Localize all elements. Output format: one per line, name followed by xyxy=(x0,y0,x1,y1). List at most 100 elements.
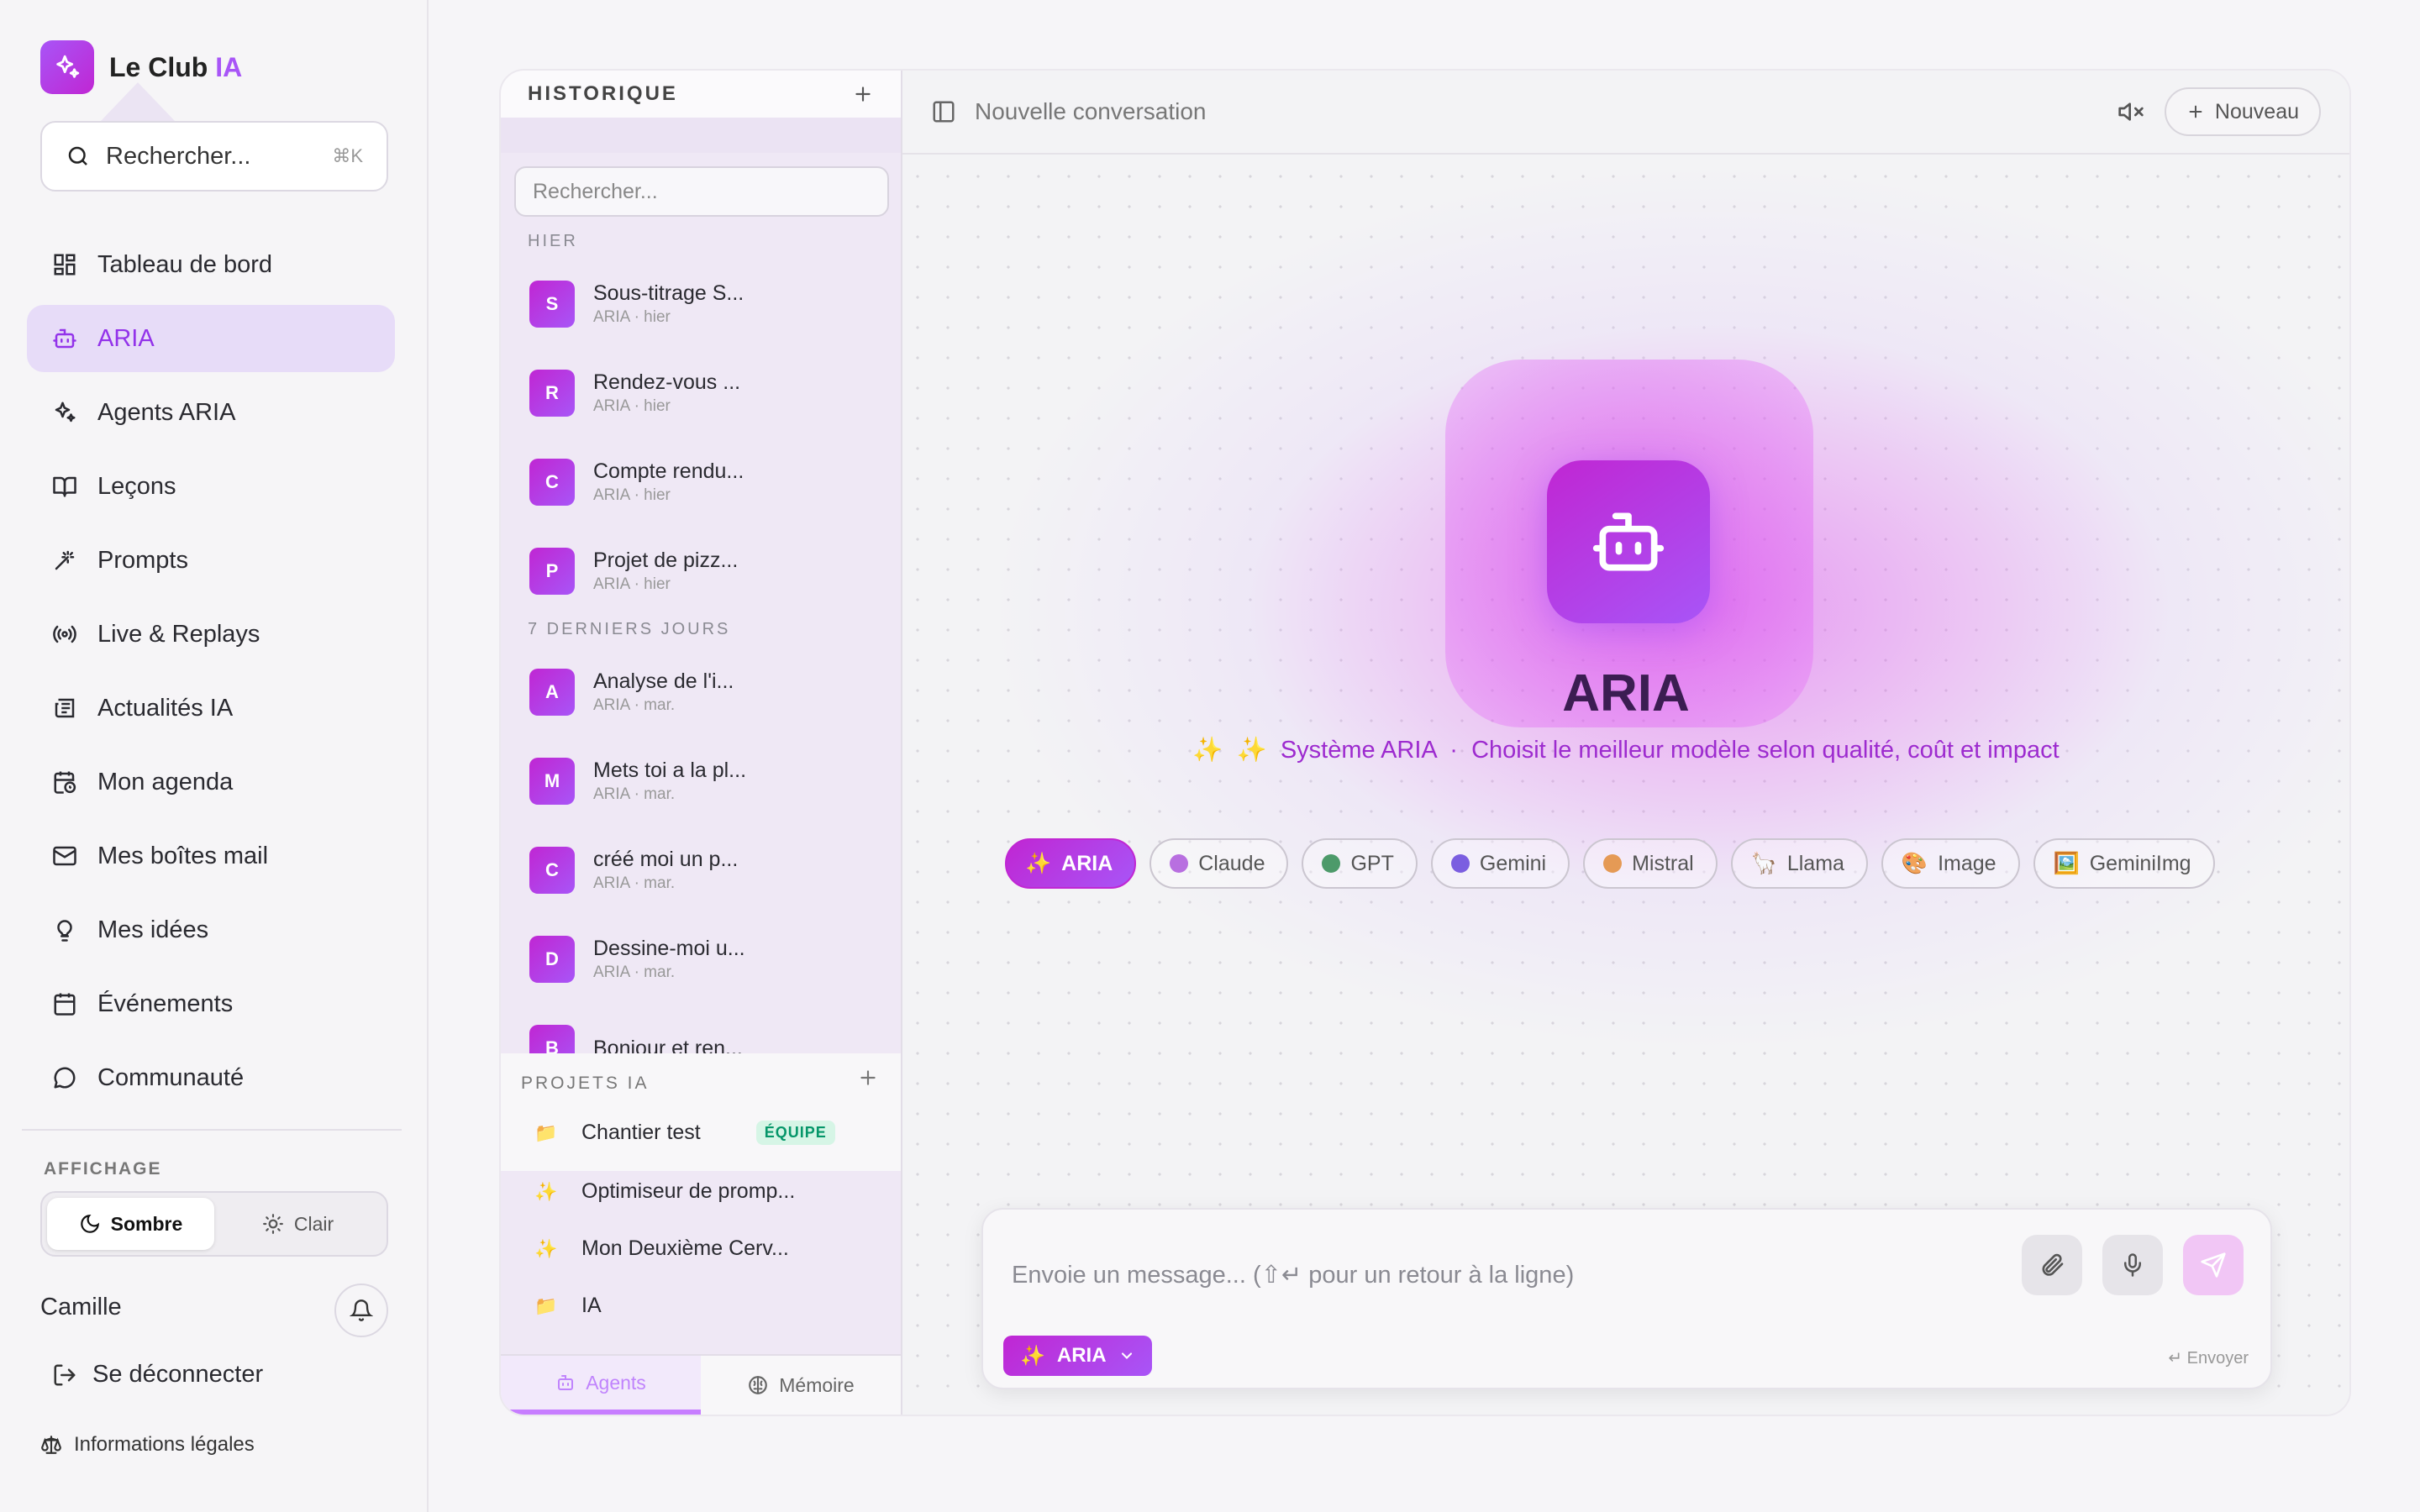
nav-item-mes-boites-mail[interactable]: Mes boîtes mail xyxy=(27,822,395,890)
projects-title: PROJETS IA xyxy=(521,1074,650,1093)
nav-item-actualites-ia[interactable]: Actualités IA xyxy=(27,675,395,742)
nav-label: Mon agenda xyxy=(97,768,234,795)
nav-item-tableau-de-bord[interactable]: Tableau de bord xyxy=(27,231,395,298)
nav-item-agents-aria[interactable]: Agents ARIA xyxy=(27,379,395,446)
nav-item-aria[interactable]: ARIA xyxy=(27,305,395,372)
history-group-label: 7 DERNIERS JOURS xyxy=(528,620,731,638)
conversation-meta: ARIA · mar. xyxy=(593,963,676,981)
conversation-item[interactable]: S Sous-titrage S... ARIA · hier xyxy=(529,274,882,334)
project-item[interactable]: ✨ Optimiseur de promp... xyxy=(534,1179,795,1204)
history-header: HISTORIQUE xyxy=(501,71,901,118)
conversation-avatar: M xyxy=(529,758,575,805)
model-pill-gpt[interactable]: GPT xyxy=(1302,838,1418,889)
projects-header xyxy=(501,1053,901,1171)
volume-mute-icon[interactable] xyxy=(2118,98,2144,125)
llama-icon: 🦙 xyxy=(1750,851,1777,875)
conversation-item[interactable]: M Mets toi a la pl... ARIA · mar. xyxy=(529,751,882,811)
conversation-meta: ARIA · hier xyxy=(593,308,671,326)
model-dot-icon xyxy=(1322,854,1341,873)
project-item[interactable]: 📁 IA xyxy=(534,1294,602,1318)
bell-icon xyxy=(350,1299,373,1321)
theme-dark-label: Sombre xyxy=(110,1212,183,1235)
tab-agents[interactable]: Agents xyxy=(501,1356,701,1415)
nav-item-evenements[interactable]: Événements xyxy=(27,970,395,1037)
model-pill-mistral[interactable]: Mistral xyxy=(1583,838,1718,889)
search-icon xyxy=(68,146,87,165)
conversation-title: Compte rendu... xyxy=(593,459,744,483)
folder-icon: 📁 xyxy=(534,1294,558,1316)
history-group-label: HIER xyxy=(528,232,578,250)
theme-toggle: Sombre Clair xyxy=(40,1191,388,1257)
theme-dark-button[interactable]: Sombre xyxy=(47,1198,214,1250)
nav-item-mes-idees[interactable]: Mes idées xyxy=(27,896,395,963)
project-item[interactable]: ✨ Mon Deuxième Cerv... xyxy=(534,1236,789,1261)
global-search-input[interactable]: Rechercher... ⌘K xyxy=(40,121,388,192)
conversation-item[interactable]: C Compte rendu... ARIA · hier xyxy=(529,452,882,512)
broadcast-icon xyxy=(53,625,76,643)
conversation-title: Mets toi a la pl... xyxy=(593,759,747,782)
tagline-system: Système ARIA xyxy=(1280,737,1437,764)
logout-button[interactable]: Se déconnecter xyxy=(52,1361,263,1389)
nav-label: Actualités IA xyxy=(97,694,234,722)
message-input[interactable]: Envoie un message... (⇧↵ pour un retour … xyxy=(1012,1260,1574,1289)
legal-link[interactable]: Informations légales xyxy=(40,1433,255,1457)
new-conversation-button[interactable]: Nouveau xyxy=(2164,87,2321,136)
conversation-meta: ARIA · hier xyxy=(593,575,671,593)
conversation-item[interactable]: P Projet de pizz... ARIA · hier xyxy=(529,541,882,601)
user-name: Camille xyxy=(40,1294,122,1320)
project-item[interactable]: 📁 Chantier test ÉQUIPE xyxy=(534,1121,835,1145)
newspaper-icon xyxy=(55,698,75,718)
nav-label: ARIA xyxy=(97,324,155,352)
project-label: Chantier test xyxy=(581,1121,701,1144)
mail-icon xyxy=(53,846,76,866)
nav-item-communaute[interactable]: Communauté xyxy=(27,1044,395,1111)
tab-memoire-label: Mémoire xyxy=(779,1373,855,1396)
theme-light-button[interactable]: Clair xyxy=(214,1198,381,1250)
conversation-item[interactable]: R Rendez-vous ... ARIA · hier xyxy=(529,363,882,423)
send-hint: ↵ Envoyer xyxy=(2168,1349,2249,1368)
model-pill-claude[interactable]: Claude xyxy=(1150,838,1289,889)
send-button[interactable] xyxy=(2183,1235,2244,1295)
nav-item-prompts[interactable]: Prompts xyxy=(27,527,395,594)
model-selector-pills: ✨ ARIA Claude GPT Gemini Mistral 🦙 Llama… xyxy=(1005,838,2215,889)
conversation-title: Projet de pizz... xyxy=(593,549,739,572)
notifications-button[interactable] xyxy=(334,1284,388,1337)
bot-icon xyxy=(53,328,76,349)
model-pill-geminiimg[interactable]: 🖼️ GeminiImg xyxy=(2033,838,2215,889)
model-label: GeminiImg xyxy=(2089,851,2191,875)
conversation-avatar: A xyxy=(529,669,575,716)
conversation-item[interactable]: C créé moi un p... ARIA · mar. xyxy=(529,840,882,900)
model-label: ARIA xyxy=(1061,851,1113,875)
conversation-avatar: P xyxy=(529,548,575,595)
conversation-avatar: C xyxy=(529,847,575,894)
brand-name: Le Club IA xyxy=(109,51,243,82)
voice-button[interactable] xyxy=(2102,1235,2163,1295)
history-search-input[interactable]: Rechercher... xyxy=(514,166,889,217)
add-conversation-icon[interactable] xyxy=(852,83,874,105)
conversation-item[interactable]: A Analyse de l'i... ARIA · mar. xyxy=(529,662,882,722)
conversation-title-header: Nouvelle conversation xyxy=(975,98,1207,124)
panel-tabs: Agents Mémoire xyxy=(501,1354,901,1415)
calendar-icon xyxy=(54,993,76,1016)
nav-item-live-replays[interactable]: Live & Replays xyxy=(27,601,395,668)
model-pill-image[interactable]: 🎨 Image xyxy=(1881,838,2020,889)
nav-item-mon-agenda[interactable]: Mon agenda xyxy=(27,748,395,816)
tab-memoire[interactable]: Mémoire xyxy=(701,1356,901,1415)
sparkles-icon xyxy=(55,402,76,423)
selected-model-dropdown[interactable]: ✨ ARIA xyxy=(1003,1336,1152,1376)
nav-label: Mes idées xyxy=(97,916,209,943)
add-project-icon[interactable] xyxy=(857,1067,879,1089)
brand[interactable]: Le Club IA xyxy=(40,40,242,94)
attach-button[interactable] xyxy=(2022,1235,2082,1295)
conversation-item[interactable]: D Dessine-moi u... ARIA · mar. xyxy=(529,929,882,990)
conversation-avatar: R xyxy=(529,370,575,417)
model-pill-gemini[interactable]: Gemini xyxy=(1430,838,1570,889)
sidebar-toggle-icon[interactable] xyxy=(931,99,956,124)
brain-icon xyxy=(749,1376,768,1394)
nav-item-lecons[interactable]: Leçons xyxy=(27,453,395,520)
model-pill-aria[interactable]: ✨ ARIA xyxy=(1005,838,1137,889)
send-icon xyxy=(2201,1252,2226,1278)
project-label: Optimiseur de promp... xyxy=(581,1179,796,1203)
model-pill-llama[interactable]: 🦙 Llama xyxy=(1730,838,1868,889)
display-section-label: AFFICHAGE xyxy=(44,1159,162,1179)
